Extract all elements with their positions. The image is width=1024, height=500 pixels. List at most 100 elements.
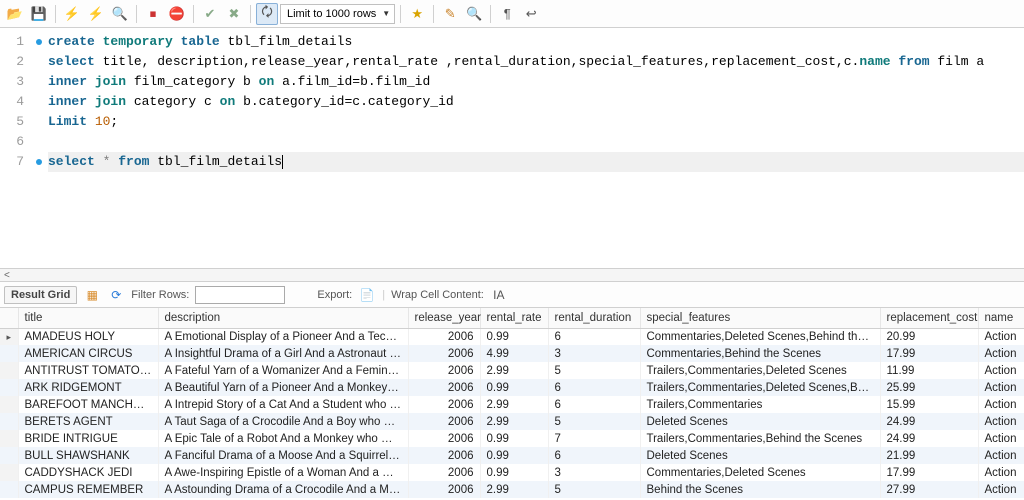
cell-title[interactable]: CAMPUS REMEMBER [18,481,158,498]
table-row[interactable]: BRIDE INTRIGUEA Epic Tale of a Robot And… [0,430,1024,447]
cell-special_features[interactable]: Commentaries,Deleted Scenes [640,464,880,481]
cell-title[interactable]: ARK RIDGEMONT [18,379,158,396]
sql-editor[interactable]: 1 2 3 4 5 6 7 create temporary table tbl… [0,28,1024,172]
toggle-invisible-icon[interactable]: ¶ [496,3,518,25]
row-header[interactable] [0,464,18,481]
cell-release_year[interactable]: 2006 [408,481,480,498]
favorite-icon[interactable]: ★ [406,3,428,25]
cell-release_year[interactable]: 2006 [408,464,480,481]
cell-release_year[interactable]: 2006 [408,328,480,345]
cell-rental_duration[interactable]: 5 [548,481,640,498]
row-header[interactable] [0,345,18,362]
cell-rental_rate[interactable]: 0.99 [480,430,548,447]
execute-step-icon[interactable]: ⚡ [85,3,107,25]
table-row[interactable]: BULL SHAWSHANKA Fanciful Drama of a Moos… [0,447,1024,464]
cell-title[interactable]: AMADEUS HOLY [18,328,158,345]
cell-name[interactable]: Action [978,481,1024,498]
cell-title[interactable]: BRIDE INTRIGUE [18,430,158,447]
col-rental-rate[interactable]: rental_rate [480,308,548,328]
stop-all-icon[interactable]: ⛔ [166,3,188,25]
cell-rental_duration[interactable]: 6 [548,328,640,345]
cell-special_features[interactable]: Commentaries,Deleted Scenes,Behind the S… [640,328,880,345]
stop-icon[interactable]: ⏹ [142,3,164,25]
cell-replacement_cost[interactable]: 17.99 [880,345,978,362]
cell-special_features[interactable]: Trailers,Commentaries [640,396,880,413]
row-header[interactable] [0,328,18,345]
cell-description[interactable]: A Awe-Inspiring Epistle of a Woman And a… [158,464,408,481]
row-header[interactable] [0,430,18,447]
cell-replacement_cost[interactable]: 25.99 [880,379,978,396]
table-row[interactable]: BAREFOOT MANCHURIANA Intrepid Story of a… [0,396,1024,413]
cell-release_year[interactable]: 2006 [408,447,480,464]
cell-name[interactable]: Action [978,447,1024,464]
commit-icon[interactable]: ✔ [199,3,221,25]
cell-title[interactable]: CADDYSHACK JEDI [18,464,158,481]
col-description[interactable]: description [158,308,408,328]
cell-description[interactable]: A Emotional Display of a Pioneer And a T… [158,328,408,345]
cell-replacement_cost[interactable]: 24.99 [880,430,978,447]
cell-rental_duration[interactable]: 5 [548,362,640,379]
export-icon[interactable]: 📄 [358,286,376,304]
find-icon[interactable]: 🔍 [463,3,485,25]
beautify-icon[interactable]: ✎ [439,3,461,25]
cell-rental_rate[interactable]: 0.99 [480,379,548,396]
cell-name[interactable]: Action [978,464,1024,481]
cell-release_year[interactable]: 2006 [408,413,480,430]
cell-special_features[interactable]: Behind the Scenes [640,481,880,498]
collapse-left-icon[interactable]: < [4,270,10,281]
table-row[interactable]: ARK RIDGEMONTA Beautiful Yarn of a Pione… [0,379,1024,396]
result-grid-tab[interactable]: Result Grid [4,286,77,304]
cell-special_features[interactable]: Commentaries,Behind the Scenes [640,345,880,362]
cell-rental_rate[interactable]: 2.99 [480,396,548,413]
col-name[interactable]: name [978,308,1024,328]
cell-rental_duration[interactable]: 6 [548,447,640,464]
cell-special_features[interactable]: Trailers,Commentaries,Deleted Scenes,Beh… [640,379,880,396]
cell-name[interactable]: Action [978,379,1024,396]
cell-description[interactable]: A Intrepid Story of a Cat And a Student … [158,396,408,413]
cell-name[interactable]: Action [978,345,1024,362]
table-row[interactable]: CADDYSHACK JEDIA Awe-Inspiring Epistle o… [0,464,1024,481]
col-repl-cost[interactable]: replacement_cost [880,308,978,328]
cell-rental_duration[interactable]: 6 [548,396,640,413]
row-header[interactable] [0,379,18,396]
cell-rental_rate[interactable]: 0.99 [480,447,548,464]
cell-replacement_cost[interactable]: 15.99 [880,396,978,413]
code-area[interactable]: create temporary table tbl_film_details … [48,32,1024,172]
table-row[interactable]: CAMPUS REMEMBERA Astounding Drama of a C… [0,481,1024,498]
cell-replacement_cost[interactable]: 27.99 [880,481,978,498]
pane-splitter[interactable]: < [0,268,1024,282]
cell-rental_duration[interactable]: 3 [548,345,640,362]
result-grid-refresh-icon[interactable]: ⟳ [107,286,125,304]
cell-special_features[interactable]: Trailers,Commentaries,Deleted Scenes [640,362,880,379]
row-header[interactable] [0,396,18,413]
table-row[interactable]: AMADEUS HOLYA Emotional Display of a Pio… [0,328,1024,345]
cell-rental_rate[interactable]: 2.99 [480,362,548,379]
cell-release_year[interactable]: 2006 [408,430,480,447]
cell-rental_rate[interactable]: 0.99 [480,328,548,345]
row-header[interactable] [0,447,18,464]
save-file-icon[interactable]: 💾 [28,3,50,25]
cell-replacement_cost[interactable]: 21.99 [880,447,978,464]
filter-rows-input[interactable] [195,286,285,304]
wrap-cell-icon[interactable]: IA [490,286,508,304]
execute-icon[interactable]: ⚡ [61,3,83,25]
col-release-year[interactable]: release_year [408,308,480,328]
cell-title[interactable]: AMERICAN CIRCUS [18,345,158,362]
cell-title[interactable]: ANTITRUST TOMATOES [18,362,158,379]
table-row[interactable]: BERETS AGENTA Taut Saga of a Crocodile A… [0,413,1024,430]
cell-special_features[interactable]: Deleted Scenes [640,447,880,464]
cell-special_features[interactable]: Deleted Scenes [640,413,880,430]
cell-title[interactable]: BERETS AGENT [18,413,158,430]
cell-replacement_cost[interactable]: 11.99 [880,362,978,379]
cell-description[interactable]: A Fateful Yarn of a Womanizer And a Femi… [158,362,408,379]
cell-rental_duration[interactable]: 5 [548,413,640,430]
cell-title[interactable]: BULL SHAWSHANK [18,447,158,464]
cell-rental_duration[interactable]: 3 [548,464,640,481]
row-header[interactable] [0,481,18,498]
cell-description[interactable]: A Fanciful Drama of a Moose And a Squirr… [158,447,408,464]
row-header[interactable] [0,362,18,379]
cell-rental_rate[interactable]: 2.99 [480,413,548,430]
cell-replacement_cost[interactable]: 17.99 [880,464,978,481]
table-row[interactable]: ANTITRUST TOMATOESA Fateful Yarn of a Wo… [0,362,1024,379]
cell-description[interactable]: A Epic Tale of a Robot And a Monkey who … [158,430,408,447]
